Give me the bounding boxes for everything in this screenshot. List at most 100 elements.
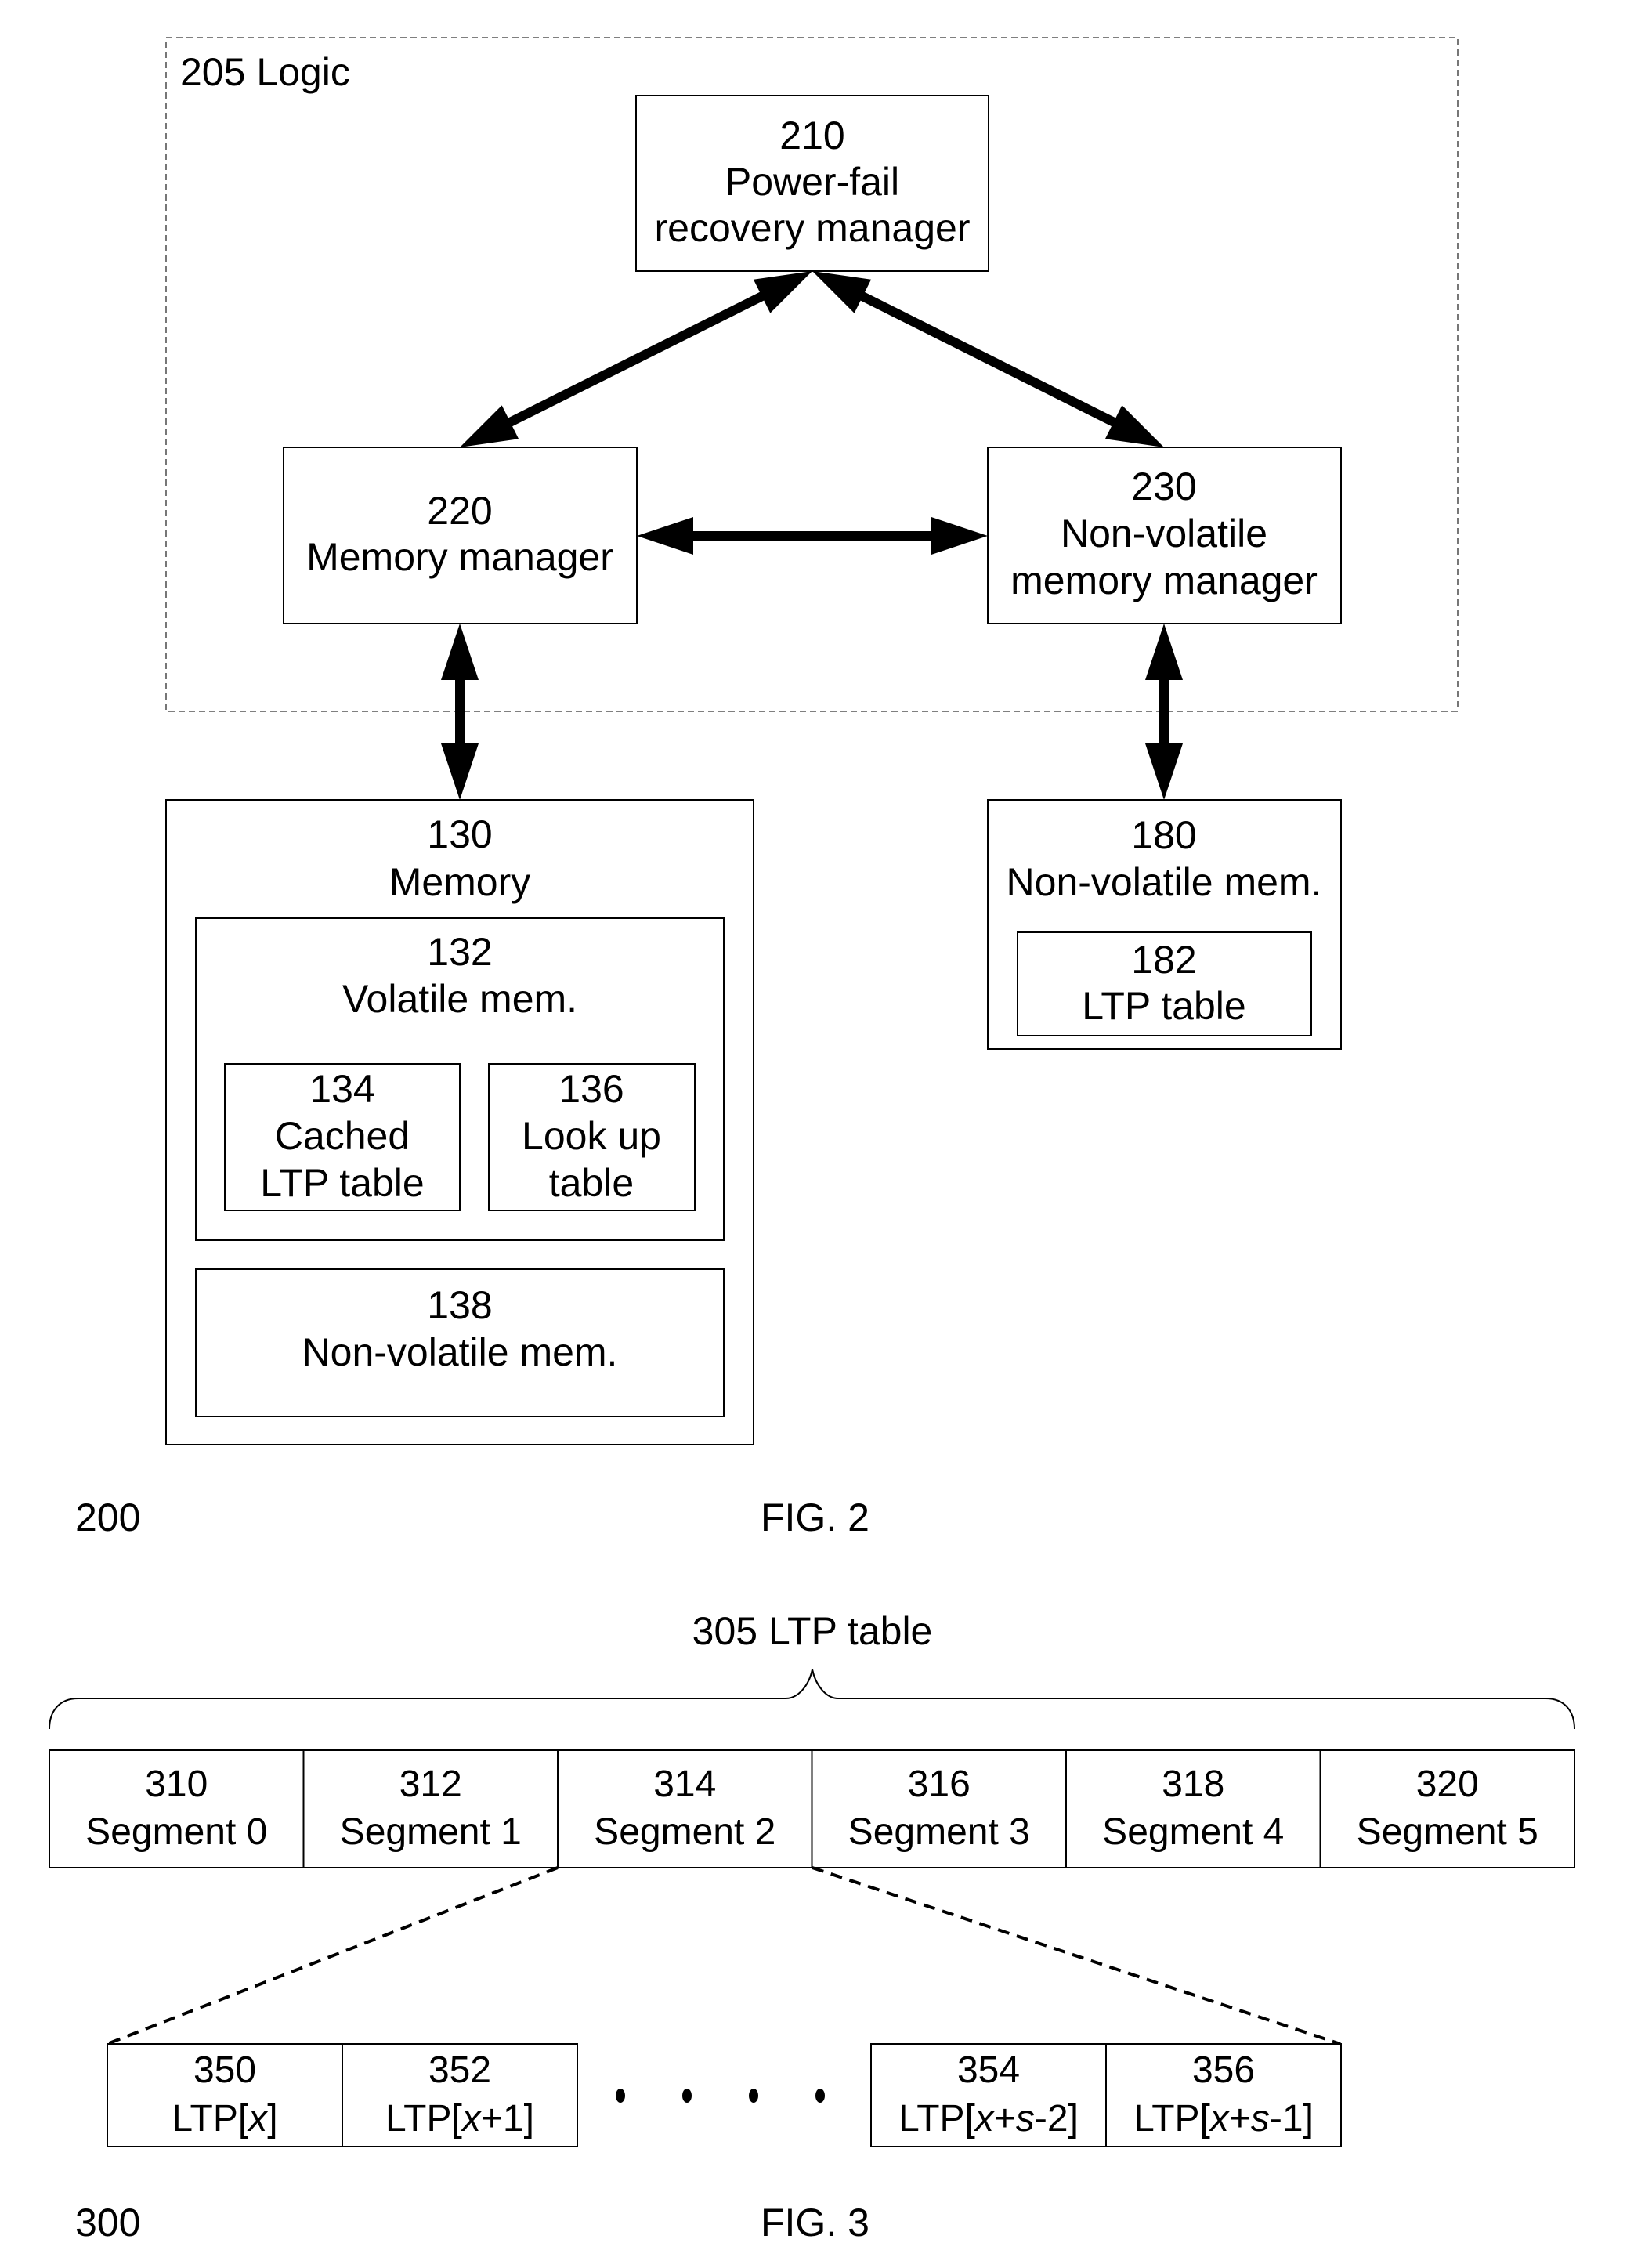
arrow-220-210	[460, 271, 812, 447]
block-label-line1: Memory manager	[306, 535, 613, 579]
ltp-entry-row: 350LTP[x]352LTP[x+1]354LTP[x+s-2]356LTP[…	[107, 2043, 1342, 2147]
segment-cell: 314 Segment 2	[557, 1749, 813, 1868]
arrowhead-icon	[460, 405, 519, 447]
ltp-entry-label-part: LTP[	[1133, 2098, 1210, 2140]
arrow-220-230	[637, 517, 988, 555]
segment-cell: 312 Segment 1	[302, 1749, 559, 1868]
block-label-line2: table	[549, 1161, 634, 1205]
ltp-entry-cell: 352 LTP[x+1]	[342, 2043, 578, 2147]
ltp-entry-cell: 350 LTP[x]	[107, 2043, 343, 2147]
ltp-entry-label-part: x	[461, 2098, 483, 2140]
ltp-table-brace	[49, 1669, 1575, 1730]
block-ref: 230	[1131, 465, 1196, 508]
block-ref: 132	[427, 930, 492, 974]
segment-ref: 312	[399, 1763, 462, 1805]
ltp-entry-label-part: LTP[	[385, 2098, 462, 2140]
segment-cell: 320 Segment 5	[1319, 1749, 1575, 1868]
lookup-table-block: 136 Look up table	[488, 1063, 696, 1211]
arrowhead-icon	[753, 271, 812, 313]
segment-label: Segment 2	[594, 1811, 775, 1853]
block-label-line1: LTP table	[1082, 984, 1245, 1028]
segment-ref: 320	[1416, 1763, 1479, 1805]
block-label-line1: Memory	[389, 860, 531, 904]
block-label-line1: Look up	[522, 1114, 661, 1158]
segment-label: Segment 0	[85, 1811, 267, 1853]
block-label-line1: Non-volatile mem.	[1007, 860, 1322, 904]
block-ref: 180	[1131, 813, 1196, 857]
ltp-entry-label-part: +1	[481, 2098, 524, 2140]
figure-ref-number: 200	[75, 1496, 140, 1539]
block-label-line2: LTP table	[260, 1161, 424, 1205]
volatile-memory-block: 132 Volatile mem. 134 Cached LTP table 1…	[195, 917, 725, 1241]
block-ref: 182	[1131, 938, 1196, 982]
ltp-entry-label-part: x	[1209, 2098, 1231, 2140]
power-fail-recovery-manager-block: 210 Power-fail recovery manager	[635, 95, 989, 272]
ltp-entry-label: LTP[x+s-2]	[898, 2098, 1079, 2140]
segment-ref: 310	[145, 1763, 208, 1805]
ltp-entry-label-part: ]	[267, 2098, 277, 2140]
ltp-entry-label-part: +	[1229, 2098, 1251, 2140]
patent-figure-sheet: 205 Logic 210 Power-fail recovery manage…	[49, 37, 1575, 2244]
segment-label: Segment 5	[1357, 1811, 1538, 1853]
ltp-entry-label-part: LTP[	[898, 2098, 975, 2140]
segment-label: Segment 4	[1102, 1811, 1284, 1853]
block-label-line1: Volatile mem.	[342, 977, 577, 1021]
block-ref: 138	[427, 1283, 492, 1327]
block-label-line1: Power-fail	[725, 160, 899, 204]
arrowhead-icon	[931, 517, 988, 555]
nonvolatile-memory-block: 180 Non-volatile mem. 182 LTP table	[987, 799, 1342, 1050]
ltp-entry-label-part: ]	[1303, 2098, 1314, 2140]
ellipsis-dot	[815, 2089, 825, 2103]
block-ref: 134	[309, 1067, 374, 1111]
ltp-entry-label-part: s	[1016, 2098, 1035, 2140]
segment-label: Segment 1	[340, 1811, 522, 1853]
segment-ref: 318	[1162, 1763, 1224, 1805]
ltp-entry-ref: 352	[428, 2049, 491, 2091]
segment-ref: 316	[908, 1763, 971, 1805]
ltp-entry-label-part: x	[974, 2098, 996, 2140]
ltp-entry-ref: 356	[1192, 2049, 1255, 2091]
block-ref: 210	[779, 114, 844, 157]
block-ref: 136	[559, 1067, 624, 1111]
ltp-entry-cell: 354 LTP[x+s-2]	[870, 2043, 1107, 2147]
arrow-shaft	[858, 291, 1119, 428]
arrowhead-icon	[1104, 405, 1164, 447]
memory-manager-block: 220 Memory manager	[283, 447, 638, 624]
arrowhead-icon	[441, 743, 479, 800]
ellipsis	[616, 2089, 825, 2103]
ellipsis-dot	[749, 2089, 758, 2103]
arrowhead-icon	[441, 624, 479, 680]
segment-cell: 316 Segment 3	[811, 1749, 1067, 1868]
block-label-line2: recovery manager	[655, 206, 971, 250]
figure-caption: FIG. 3	[761, 2201, 869, 2244]
ltp-entry-label: LTP[x+s-1]	[1133, 2098, 1314, 2140]
arrow-shaft	[505, 291, 767, 428]
ltp-entry-label-part: x	[247, 2098, 269, 2140]
ellipsis-dot	[682, 2089, 692, 2103]
ltp-entry-label-part: -1	[1270, 2098, 1303, 2140]
segment-label: Segment 3	[848, 1811, 1030, 1853]
segment-ref: 314	[653, 1763, 716, 1805]
memory-nonvolatile-block: 138 Non-volatile mem.	[195, 1268, 725, 1417]
ltp-entry-label: LTP[x+1]	[385, 2098, 534, 2140]
block-label-line2: memory manager	[1010, 559, 1318, 602]
ltp-entry-label: LTP[x]	[172, 2098, 277, 2140]
block-ref: 220	[427, 489, 492, 533]
arrowhead-icon	[1145, 624, 1183, 680]
block-label-line1: Non-volatile	[1061, 512, 1267, 555]
memory-block: 130 Memory 132 Volatile mem. 134 Cached …	[165, 799, 754, 1445]
ellipsis-dot	[616, 2089, 625, 2103]
ltp-table-block: 182 LTP table	[1017, 931, 1312, 1036]
ltp-entry-ref: 354	[957, 2049, 1020, 2091]
expand-line-right	[812, 1866, 1341, 2046]
block-label-line1: Cached	[275, 1114, 410, 1158]
ltp-entry-cell: 356 LTP[x+s-1]	[1105, 2043, 1342, 2147]
arrowhead-icon	[812, 271, 872, 313]
expand-line-left	[107, 1866, 559, 2046]
ltp-entry-ref: 350	[193, 2049, 256, 2091]
ltp-entry-label-part: +	[994, 2098, 1016, 2140]
fig2: 205 Logic 210 Power-fail recovery manage…	[75, 37, 1459, 1539]
arrow-210-230	[812, 271, 1164, 447]
logic-label: 205 Logic	[180, 50, 350, 94]
ltp-entry-label-part: s	[1251, 2098, 1270, 2140]
